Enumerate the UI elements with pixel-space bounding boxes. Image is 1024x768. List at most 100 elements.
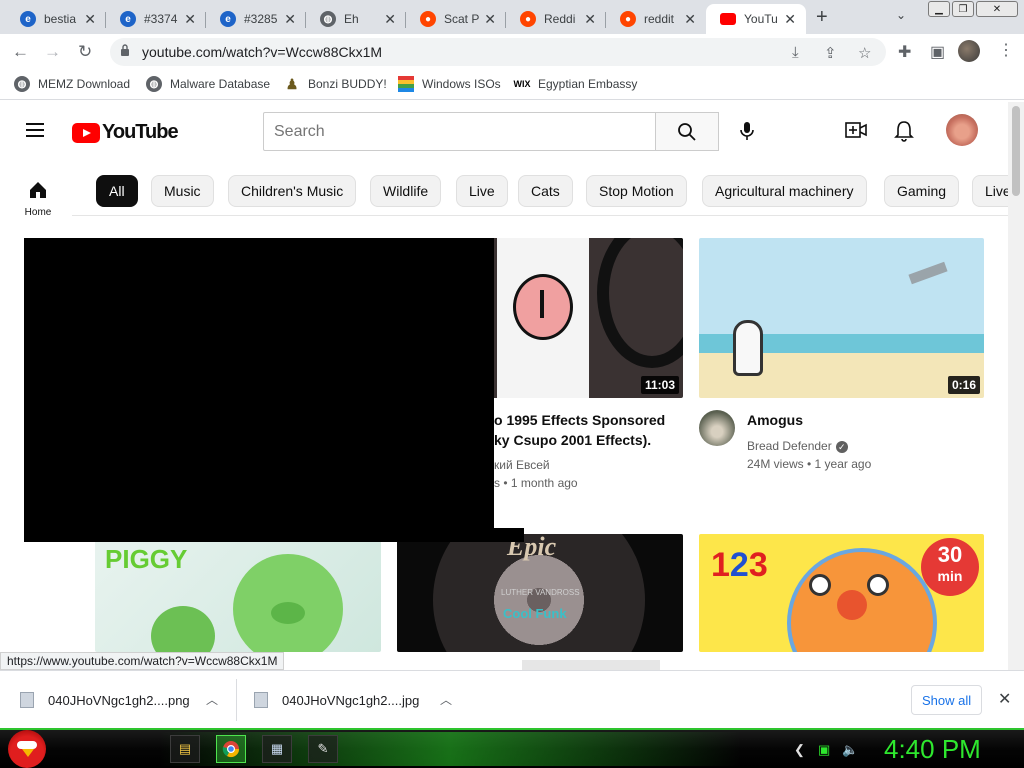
video-title[interactable]: Amogus (747, 410, 803, 430)
channel-avatar[interactable] (699, 410, 735, 446)
forward-arrow-icon[interactable]: → (44, 42, 61, 62)
browser-tab-active[interactable]: YouTu ✕ (706, 4, 806, 34)
close-tab-icon[interactable]: ✕ (784, 11, 796, 28)
link-status-bubble: https://www.youtube.com/watch?v=Wccw88Ck… (0, 652, 285, 670)
minimize-icon[interactable]: ▁ (928, 1, 950, 17)
bookmark-item[interactable]: ♟ Bonzi BUDDY! (284, 76, 387, 92)
maximize-icon[interactable]: ❐ (952, 1, 974, 17)
sidebar-item-home[interactable]: Home (20, 180, 56, 218)
close-tab-icon[interactable]: ✕ (284, 11, 296, 28)
search-button[interactable] (655, 112, 719, 151)
browser-tab[interactable]: e #3374 ✕ (106, 4, 206, 34)
extensions-puzzle-icon[interactable]: ✚ (898, 42, 911, 62)
new-tab-button[interactable]: + (816, 6, 828, 29)
close-tab-icon[interactable]: ✕ (684, 11, 696, 28)
show-all-downloads-button[interactable]: Show all (911, 685, 983, 715)
start-button-angry-bird-icon[interactable] (8, 730, 46, 768)
youtube-logo[interactable]: YouTube (72, 121, 179, 144)
close-tab-icon[interactable]: ✕ (484, 11, 496, 28)
volume-icon[interactable]: 🔈 (842, 742, 858, 758)
download-filename: 040JHoVNgc1gh2....png (48, 692, 190, 708)
video-thumbnail[interactable]: 0:16 (699, 238, 984, 398)
download-item[interactable]: 040JHoVNgc1gh2....jpg (254, 671, 419, 729)
microphone-icon[interactable] (738, 121, 756, 141)
lock-icon[interactable] (120, 44, 130, 56)
close-tab-icon[interactable]: ✕ (84, 11, 96, 28)
tab-search-chevron-icon[interactable]: ⌄ (896, 8, 906, 22)
chip-live-2[interactable]: Live (972, 175, 1008, 207)
bookmark-item[interactable]: ◍ Malware Database (146, 76, 270, 92)
close-tab-icon[interactable]: ✕ (584, 11, 596, 28)
chip-agricultural-machinery[interactable]: Agricultural machinery (702, 175, 867, 207)
paint-icon[interactable]: ✎ (308, 735, 338, 763)
reddit-icon: ● (620, 11, 636, 27)
network-icon[interactable]: ▣ (818, 742, 830, 758)
search-input[interactable] (263, 112, 656, 151)
close-tab-icon[interactable]: ✕ (184, 11, 196, 28)
account-avatar[interactable] (946, 114, 978, 146)
browser-profile-avatar[interactable] (958, 40, 980, 62)
video-channel[interactable]: кий Евсей (494, 456, 550, 474)
tray-expand-icon[interactable]: ❮ (794, 742, 805, 758)
video-title[interactable]: o 1995 Effects Sponsored ky Csupo 2001 E… (494, 410, 665, 450)
notifications-bell-icon[interactable] (894, 120, 914, 142)
video-thumbnail[interactable]: PIGGY (95, 534, 381, 652)
scrollbar-thumb[interactable] (1012, 106, 1020, 196)
address-bar[interactable]: youtube.com/watch?v=Wccw88Ckx1M ⤓ ⇪ ☆ (110, 38, 886, 66)
video-duration: 11:03 (640, 376, 679, 394)
install-app-icon[interactable]: ⤓ (792, 44, 799, 61)
chip-music[interactable]: Music (151, 175, 214, 207)
share-icon[interactable]: ⇪ (824, 44, 837, 62)
chevron-up-icon[interactable]: ︿ (206, 691, 218, 708)
bookmark-item[interactable]: WIX Egyptian Embassy (513, 76, 638, 92)
chip-all[interactable]: All (96, 175, 138, 207)
youtube-header: YouTube (0, 102, 1008, 158)
video-channel[interactable]: Bread Defender ✓ (747, 437, 848, 455)
browser-tab[interactable]: ● Reddi ✕ (506, 4, 606, 34)
window-close-icon[interactable]: ✕ (976, 1, 1018, 17)
chip-live[interactable]: Live (456, 175, 508, 207)
vertical-scrollbar[interactable] (1008, 102, 1024, 670)
browser-tab[interactable]: ● reddit ✕ (606, 4, 706, 34)
tab-title: Scat P (444, 12, 480, 26)
tab-title: bestia (44, 12, 77, 26)
browser-tab[interactable]: e bestia ✕ (6, 4, 106, 34)
tab-title: #3285 (244, 12, 278, 26)
hamburger-menu-icon[interactable] (26, 123, 44, 137)
notepad-icon[interactable]: ▦ (262, 735, 292, 763)
close-tab-icon[interactable]: ✕ (384, 11, 396, 28)
bookmark-star-icon[interactable]: ☆ (858, 44, 871, 62)
video-title-line: o 1995 Effects Sponsored (494, 412, 666, 428)
browser-tab[interactable]: ● Scat P ✕ (406, 4, 506, 34)
browser-tab[interactable]: ◍ Eh ✕ (306, 4, 406, 34)
taskbar: ▤ ▦ ✎ ❮ ▣ 🔈 4:40 PM (0, 728, 1024, 768)
file-explorer-icon[interactable]: ▤ (170, 735, 200, 763)
download-item[interactable]: 040JHoVNgc1gh2....png (20, 671, 190, 729)
side-panel-icon[interactable]: ▣ (930, 42, 945, 62)
chip-gaming[interactable]: Gaming (884, 175, 960, 207)
browser-menu-icon[interactable]: ⋮ (998, 40, 1014, 60)
chrome-taskbar-icon[interactable] (216, 735, 246, 763)
chip-wildlife[interactable]: Wildlife (370, 175, 442, 207)
back-arrow-icon[interactable]: ← (12, 42, 29, 62)
horizontal-scrollbar[interactable] (522, 660, 660, 670)
sidebar-item-label: Home (24, 207, 52, 218)
bookmark-item[interactable]: ◍ MEMZ Download (14, 76, 130, 92)
chip-childrens-music[interactable]: Children's Music (228, 175, 357, 207)
taskbar-clock[interactable]: 4:40 PM (884, 734, 981, 765)
browser-tab[interactable]: e #3285 ✕ (206, 4, 306, 34)
wix-icon: WIX (513, 79, 531, 89)
reload-icon[interactable]: ↻ (78, 42, 92, 62)
video-thumbnail[interactable]: 123 30 min (699, 534, 984, 652)
piggy-logo-text: PIGGY (105, 544, 188, 574)
chevron-up-icon[interactable]: ︿ (440, 691, 452, 708)
divider (236, 679, 237, 721)
create-video-icon[interactable] (845, 120, 867, 140)
chip-cats[interactable]: Cats (518, 175, 573, 207)
video-thumbnail[interactable]: Epic LUTHER VANDROSS Cool Funk (397, 534, 683, 652)
chip-stop-motion[interactable]: Stop Motion (586, 175, 687, 207)
bookmark-item[interactable]: Windows ISOs (398, 76, 501, 92)
channel-name: Bread Defender (747, 439, 832, 453)
url-text[interactable]: youtube.com/watch?v=Wccw88Ckx1M (142, 44, 382, 60)
close-icon[interactable]: ✕ (998, 689, 1011, 709)
